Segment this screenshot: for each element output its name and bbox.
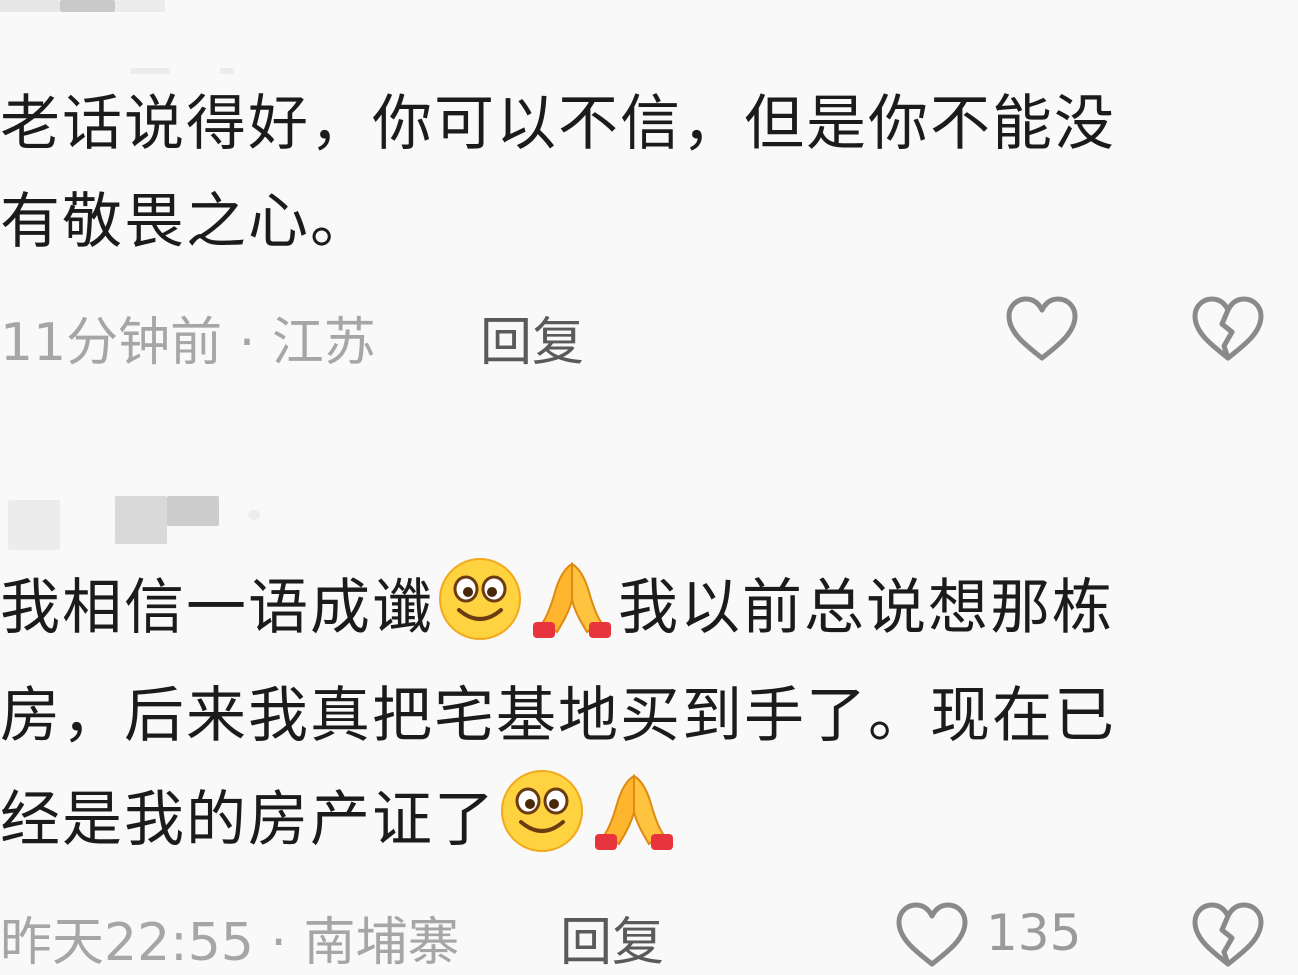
- comment-text-line: 老话说得好，你可以不信，但是你不能没: [0, 89, 1116, 159]
- username-blur-top-2: [60, 0, 115, 12]
- comment-text-line: 经是我的房产证了: [0, 768, 680, 870]
- comment-meta: 昨天22:55 · 南埔寨: [0, 913, 460, 973]
- username-blur-4: [248, 510, 260, 520]
- reply-button[interactable]: 回复: [480, 300, 584, 375]
- username-blur-1: [8, 500, 60, 550]
- username-blur-2: [115, 496, 167, 544]
- heart-outline-icon[interactable]: [1004, 294, 1080, 364]
- pray-hands-emoji-icon: [595, 774, 673, 850]
- comment-meta: 11分钟前 · 江苏: [0, 313, 376, 373]
- heart-outline-icon[interactable]: [894, 900, 970, 970]
- like-count: 135: [986, 904, 1082, 962]
- comment-text-line: 我相信一语成谶 我以前总说想那栋: [0, 556, 1114, 658]
- broken-heart-icon[interactable]: [1190, 900, 1266, 970]
- username-blur-top-1: [0, 0, 60, 12]
- comment-text-line: 房，后来我真把宅基地买到手了。现在已: [0, 681, 1116, 751]
- pray-hands-emoji-icon: [533, 562, 611, 638]
- comment-text-segment: 我以前总说想那栋: [618, 573, 1114, 643]
- username-blur-top-3: [115, 0, 165, 12]
- comment-text-line: 有敬畏之心。: [0, 187, 372, 257]
- reply-button[interactable]: 回复: [560, 900, 664, 975]
- broken-heart-icon[interactable]: [1190, 294, 1266, 364]
- comment-text-segment: 我相信一语成谶: [0, 573, 434, 643]
- smile-emoji-icon: [439, 558, 521, 640]
- smile-emoji-icon: [501, 770, 583, 852]
- username-blur-3: [167, 496, 219, 526]
- comment-text-segment: 经是我的房产证了: [0, 785, 496, 855]
